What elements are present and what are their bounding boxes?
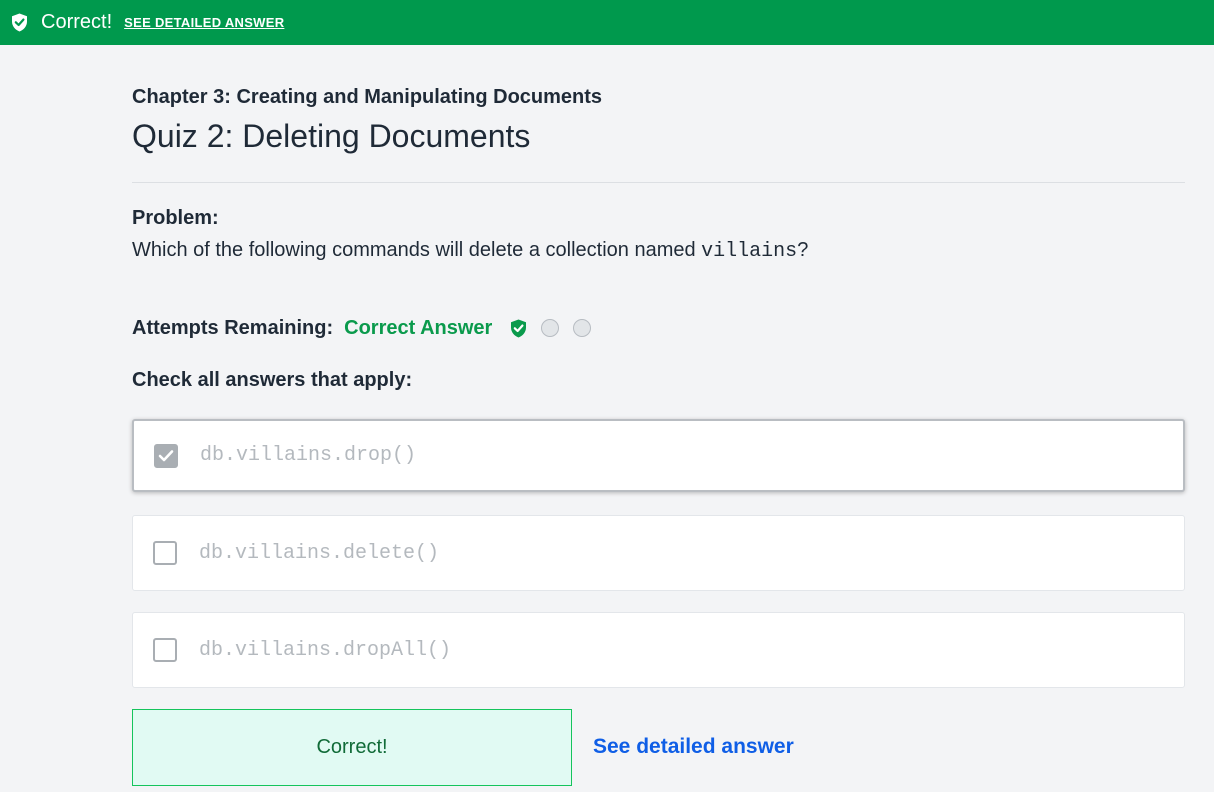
problem-text-after: ? [797, 239, 809, 261]
attempts-row: Attempts Remaining: Correct Answer [132, 314, 592, 342]
attempt-circle-icon [541, 319, 560, 337]
divider [132, 182, 1185, 183]
checkbox-checked[interactable] [154, 443, 178, 468]
option-text: db.villains.drop() [200, 444, 417, 467]
problem-label: Problem: [132, 207, 219, 229]
attempt-circle-icon [573, 319, 592, 337]
attempts-label: Attempts Remaining: [132, 316, 334, 339]
option-text: db.villains.dropAll() [199, 638, 452, 662]
checkbox-unchecked[interactable] [153, 541, 177, 565]
attempt-status: Correct Answer [344, 316, 493, 339]
shield-check-icon [11, 13, 28, 32]
quiz-title: Quiz 2: Deleting Documents [132, 118, 531, 154]
checkbox-unchecked[interactable] [153, 638, 177, 662]
answer-option[interactable]: db.villains.dropAll() [132, 612, 1185, 688]
answer-option[interactable]: db.villains.drop() [132, 419, 1185, 492]
instructions-label: Check all answers that apply: [132, 369, 413, 391]
collection-name-code: villains [701, 240, 798, 263]
correct-result-button[interactable]: Correct! [132, 709, 572, 786]
shield-check-icon [510, 319, 527, 338]
see-detailed-answer-link[interactable]: SEE DETAILED ANSWER [124, 15, 284, 30]
success-banner: Correct! SEE DETAILED ANSWER [0, 0, 1214, 45]
problem-text-before: Which of the following commands will del… [132, 239, 702, 261]
answer-option[interactable]: db.villains.delete() [132, 515, 1185, 591]
banner-status-text: Correct! [41, 11, 113, 33]
see-detailed-answer-link[interactable]: See detailed answer [593, 735, 794, 759]
checkmark-icon [158, 449, 174, 461]
option-text: db.villains.delete() [199, 541, 440, 565]
problem-text: Which of the following commands will del… [132, 239, 808, 263]
chapter-title: Chapter 3: Creating and Manipulating Doc… [132, 86, 603, 108]
